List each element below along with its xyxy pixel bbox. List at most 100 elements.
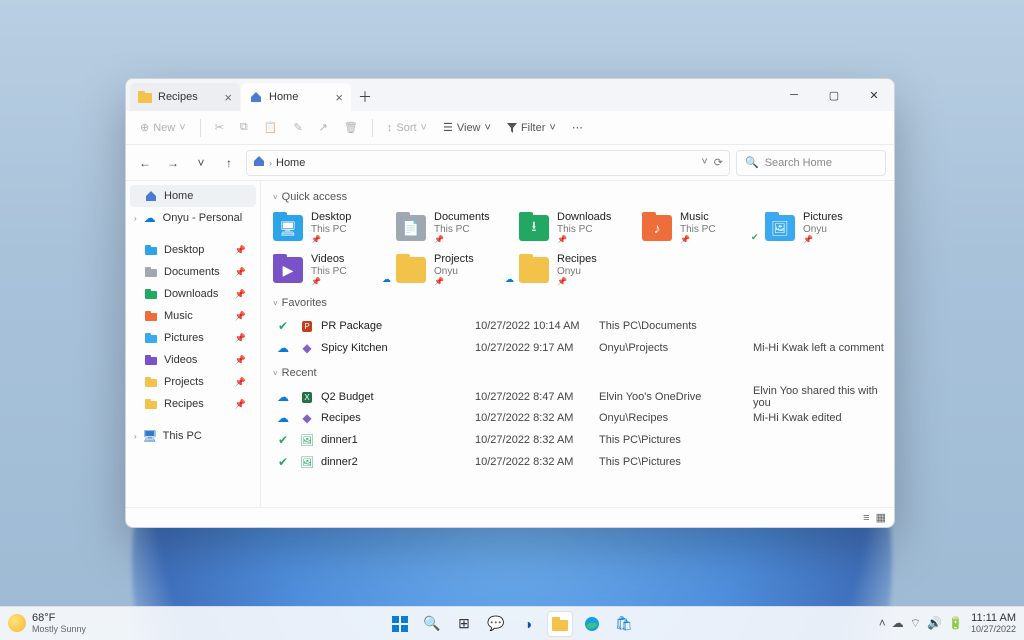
file-activity: Mi-Hi Kwak edited	[753, 412, 884, 424]
taskbar-taskview[interactable]: ⊞	[451, 611, 477, 637]
chevron-down-icon[interactable]: ˅	[701, 156, 707, 169]
cut-button[interactable]: ✂	[209, 115, 230, 141]
file-name: Recipes	[321, 412, 471, 424]
sidebar-item-downloads[interactable]: Downloads📌	[130, 283, 256, 305]
folder-icon: ☁	[396, 257, 426, 283]
pin-icon: 📌	[557, 277, 597, 286]
section-header[interactable]: ˅ Favorites	[273, 297, 884, 309]
taskbar-search[interactable]: 🔍	[419, 611, 445, 637]
nav-up-button[interactable]: ↑	[218, 152, 240, 174]
list-item[interactable]: ✔PPR Package10/27/2022 10:14 AMThis PC\D…	[273, 315, 884, 337]
quick-access-item[interactable]: 🖼✔PicturesOnyu📌	[765, 209, 884, 247]
onedrive-icon[interactable]: ☁	[892, 616, 904, 631]
quick-access-item[interactable]: ☁ProjectsOnyu📌	[396, 251, 515, 289]
view-button[interactable]: ☰ View ˅	[437, 115, 497, 141]
chevron-down-icon: ˅	[273, 369, 278, 378]
sidebar-item-documents[interactable]: Documents📌	[130, 261, 256, 283]
pin-icon: 📌	[803, 235, 843, 244]
item-location: This PC	[680, 224, 716, 236]
section-title: Recent	[282, 367, 317, 379]
sidebar-item-pictures[interactable]: Pictures📌	[130, 327, 256, 349]
taskbar-explorer[interactable]	[547, 611, 573, 637]
taskbar-widgets[interactable]: ◑	[515, 611, 541, 637]
nav-back-button[interactable]: ←	[134, 152, 156, 174]
copy-button[interactable]: ⧉	[234, 115, 254, 141]
quick-access-item[interactable]: ♪MusicThis PC📌	[642, 209, 761, 247]
filter-button[interactable]: Filter ˅	[501, 115, 562, 141]
folder-icon: 🖥	[273, 215, 303, 241]
battery-icon[interactable]: 🔋	[948, 616, 963, 631]
folder-icon: 🖼✔	[765, 215, 795, 241]
sort-button[interactable]: ↕ Sort ˅	[381, 115, 433, 141]
chevron-right-icon[interactable]: ›	[134, 432, 137, 441]
quick-access-item[interactable]: ☁RecipesOnyu📌	[519, 251, 638, 289]
new-tab-button[interactable]: ＋	[351, 83, 379, 111]
quick-access-item[interactable]: 📄DocumentsThis PC📌	[396, 209, 515, 247]
maximize-button[interactable]: ▢	[814, 79, 854, 111]
status-icon: ✔	[273, 319, 293, 333]
quick-access-item[interactable]: 🖥DesktopThis PC📌	[273, 209, 392, 247]
file-name: dinner1	[321, 434, 471, 446]
file-location: Onyu\Recipes	[599, 412, 749, 424]
tab-recipes[interactable]: Recipes ×	[130, 83, 240, 111]
refresh-button[interactable]: ⟳	[714, 156, 723, 169]
delete-button[interactable]: 🗑	[338, 115, 364, 141]
list-item[interactable]: ✔🖼dinner210/27/2022 8:32 AMThis PC\Pictu…	[273, 451, 884, 473]
start-button[interactable]	[387, 611, 413, 637]
taskbar-edge[interactable]	[579, 611, 605, 637]
item-name: Downloads	[557, 211, 611, 224]
sidebar-item-projects[interactable]: Projects📌	[130, 371, 256, 393]
section-header[interactable]: ˅ Recent	[273, 367, 884, 379]
taskbar-clock[interactable]: 11:11 AM 10/27/2022	[971, 613, 1016, 634]
wifi-icon[interactable]: ⌔	[910, 616, 921, 631]
quick-access-item[interactable]: ▶VideosThis PC📌	[273, 251, 392, 289]
nav-forward-button[interactable]: →	[162, 152, 184, 174]
filter-label: Filter	[521, 122, 545, 134]
file-location: This PC\Pictures	[599, 456, 749, 468]
sidebar: Home › ☁ Onyu - Personal Desktop📌Documen…	[126, 181, 261, 507]
view-large-button[interactable]: ▦	[876, 511, 886, 524]
view-details-button[interactable]: ≡	[863, 512, 869, 524]
sidebar-item-home[interactable]: Home	[130, 185, 256, 207]
sidebar-item-music[interactable]: Music📌	[130, 305, 256, 327]
nav-recent-button[interactable]: ˅	[190, 152, 212, 174]
taskbar-weather[interactable]: 68°F Mostly Sunny	[8, 613, 86, 634]
quick-access-item[interactable]: ⭳DownloadsThis PC📌	[519, 209, 638, 247]
taskbar-chat[interactable]: 💬	[483, 611, 509, 637]
more-button[interactable]: ⋯	[566, 115, 589, 141]
list-item[interactable]: ☁◆Recipes10/27/2022 8:32 AMOnyu\RecipesM…	[273, 407, 884, 429]
section-header[interactable]: ˅ Quick access	[273, 191, 884, 203]
close-icon[interactable]: ×	[335, 90, 343, 105]
clock-date: 10/27/2022	[971, 625, 1016, 634]
paste-button[interactable]: 📋	[258, 115, 284, 141]
folder-icon: 📄	[396, 215, 426, 241]
list-item[interactable]: ☁XQ2 Budget10/27/2022 8:47 AMElvin Yoo's…	[273, 385, 884, 407]
taskbar-store[interactable]: 🛍	[611, 611, 637, 637]
search-input[interactable]: 🔍 Search Home	[736, 150, 886, 176]
pin-icon: 📌	[235, 267, 246, 278]
share-button[interactable]: ↗	[313, 115, 334, 141]
list-item[interactable]: ☁◆Spicy Kitchen10/27/2022 9:17 AMOnyu\Pr…	[273, 337, 884, 359]
breadcrumb-segment[interactable]: Home	[276, 157, 305, 169]
list-item[interactable]: ✔🖼dinner110/27/2022 8:32 AMThis PC\Pictu…	[273, 429, 884, 451]
breadcrumb[interactable]: › Home ˅ ⟳	[246, 150, 730, 176]
new-button[interactable]: ⊕ New ˅	[134, 115, 192, 141]
home-icon	[144, 189, 158, 203]
close-button[interactable]: ✕	[854, 79, 894, 111]
sidebar-item-onedrive[interactable]: › ☁ Onyu - Personal	[130, 207, 256, 229]
sidebar-item-label: Desktop	[164, 244, 204, 256]
tab-home[interactable]: Home ×	[241, 83, 351, 111]
volume-icon[interactable]: 🔊	[927, 616, 942, 631]
close-icon[interactable]: ×	[224, 90, 232, 105]
sidebar-item-desktop[interactable]: Desktop📌	[130, 239, 256, 261]
chevron-right-icon[interactable]: ›	[134, 214, 137, 223]
sidebar-item-thispc[interactable]: › 🖥 This PC	[130, 425, 256, 447]
item-location: Onyu	[434, 266, 474, 278]
chevron-down-icon: ˅	[273, 193, 278, 202]
sidebar-item-videos[interactable]: Videos📌	[130, 349, 256, 371]
tray-chevron[interactable]: ˄	[879, 616, 886, 631]
rename-button[interactable]: ✎	[287, 115, 308, 141]
sidebar-item-recipes[interactable]: Recipes📌	[130, 393, 256, 415]
cloud-icon: ☁	[143, 211, 157, 225]
minimize-button[interactable]: ─	[774, 79, 814, 111]
